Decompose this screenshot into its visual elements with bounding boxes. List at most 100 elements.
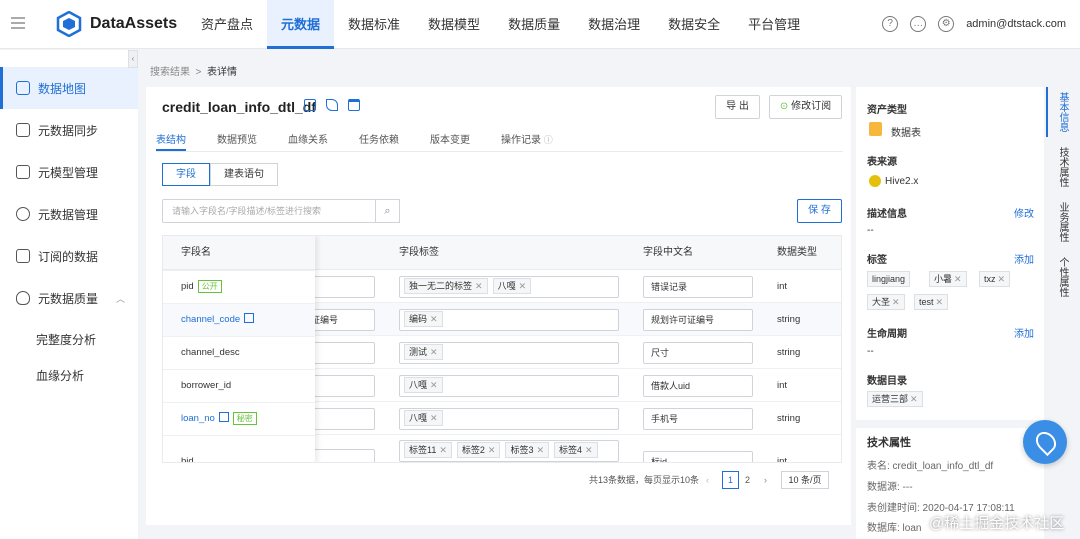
check-circle-icon: ⊙ bbox=[779, 101, 792, 112]
field-cn-input[interactable]: 尺寸 bbox=[643, 342, 753, 364]
tag-chip: 八嘎 ✕ bbox=[404, 377, 443, 393]
tags-add-link[interactable]: 添加 bbox=[1014, 251, 1034, 266]
field-tags-input[interactable]: 八嘎 ✕ bbox=[399, 375, 619, 397]
tab-structure[interactable]: 表结构 bbox=[156, 131, 186, 151]
vtab-technical[interactable]: 技术属性 bbox=[1046, 142, 1068, 192]
page-size-select[interactable]: 10 条/页 bbox=[781, 471, 829, 489]
field-name-link[interactable]: channel_code bbox=[181, 313, 255, 327]
save-button[interactable]: 保 存 bbox=[797, 199, 842, 223]
collapse-sidebar-icon[interactable]: ‹ bbox=[128, 50, 138, 68]
close-icon: ✕ bbox=[439, 445, 447, 455]
table-icon bbox=[244, 313, 255, 323]
field-tags-input[interactable]: 标签11 ✕ 标签2 ✕ 标签3 ✕ 标签4 ✕ bbox=[399, 440, 619, 462]
page-title: credit_loan_info_dtl_df bbox=[162, 99, 317, 115]
tag-chip[interactable]: txz ✕ bbox=[979, 271, 1011, 287]
nav-data-security[interactable]: 数据安全 bbox=[654, 0, 734, 49]
field-tags-input[interactable]: 八嘎 ✕ bbox=[399, 408, 619, 430]
desc-value: -- bbox=[867, 225, 874, 236]
view-switch: 字段 建表语句 bbox=[162, 163, 278, 186]
col-header-type: 数据类型 bbox=[777, 247, 817, 258]
sidebar-item-metadata-quality[interactable]: 元数据质量 ︿ bbox=[0, 277, 138, 319]
nav-data-standard[interactable]: 数据标准 bbox=[334, 0, 414, 49]
prev-page-icon[interactable]: ‹ bbox=[706, 471, 709, 489]
delete-icon[interactable] bbox=[348, 99, 360, 111]
location-fab-icon[interactable] bbox=[1023, 420, 1067, 464]
field-type: string bbox=[777, 314, 801, 325]
sidebar-sub-lineage[interactable]: 血缘分析 bbox=[36, 367, 84, 384]
field-tags-input[interactable]: 编码 ✕ bbox=[399, 309, 619, 331]
segment-ddl[interactable]: 建表语句 bbox=[210, 163, 278, 186]
segment-fields[interactable]: 字段 bbox=[162, 163, 210, 186]
close-icon: ✕ bbox=[892, 297, 900, 307]
tab-lineage[interactable]: 血缘关系 bbox=[288, 131, 328, 151]
source-label: 表来源 bbox=[867, 157, 897, 168]
close-icon: ✕ bbox=[487, 445, 496, 455]
tag-chip[interactable]: lingjiang bbox=[867, 271, 911, 287]
nav-data-quality[interactable]: 数据质量 bbox=[494, 0, 574, 49]
breadcrumb-parent[interactable]: 搜索结果 bbox=[150, 67, 190, 78]
field-name: channel_desc bbox=[181, 347, 240, 358]
page-1[interactable]: 1 bbox=[722, 471, 739, 489]
sidebar-sub-completeness[interactable]: 完整度分析 bbox=[36, 331, 96, 348]
nav-data-governance[interactable]: 数据治理 bbox=[574, 0, 654, 49]
desc-edit-link[interactable]: 修改 bbox=[1014, 205, 1034, 220]
breadcrumb-current: 表详情 bbox=[206, 67, 237, 78]
sidebar-item-metadata-sync[interactable]: 元数据同步 bbox=[0, 109, 138, 151]
fields-table: 字段标签 字段中文名 数据类型 独一无二的标签 ✕ 八嘎 ✕ 错误记录 int 证编号… bbox=[162, 235, 842, 463]
catalog-chip[interactable]: 运营三部 ✕ bbox=[867, 391, 923, 407]
field-name-link[interactable]: loan_no 秘密 bbox=[181, 412, 257, 426]
hive-icon bbox=[869, 175, 881, 187]
tab-preview[interactable]: 数据预览 bbox=[217, 131, 257, 151]
vertical-tabs: 基本信息 技术属性 业务属性 个性属性 bbox=[1046, 87, 1068, 307]
field-cn-input[interactable]: 手机号 bbox=[643, 408, 753, 430]
tab-operation-log[interactable]: 操作记录 ⓘ bbox=[501, 131, 553, 151]
sidebar-item-subscribed[interactable]: 订阅的数据 bbox=[0, 235, 138, 277]
gear-icon[interactable]: ⚙ bbox=[938, 16, 955, 32]
field-cn-input[interactable]: 规划许可证编号 bbox=[643, 309, 753, 331]
field-cn-input[interactable]: 借款人uid bbox=[643, 375, 753, 397]
tag-chip: 标签11 ✕ bbox=[404, 442, 452, 458]
field-tags-input[interactable]: 独一无二的标签 ✕ 八嘎 ✕ bbox=[399, 276, 619, 298]
table-detail-card: credit_loan_info_dtl_df 导 出 ⊙ 修改订阅 表结构 数… bbox=[146, 87, 851, 525]
field-cn-input[interactable]: 标id bbox=[643, 451, 753, 462]
page-2[interactable]: 2 bbox=[745, 471, 750, 489]
tag-chip: 编码 ✕ bbox=[404, 311, 443, 327]
vtab-business[interactable]: 业务属性 bbox=[1046, 197, 1068, 247]
nav-platform-admin[interactable]: 平台管理 bbox=[734, 0, 814, 49]
vtab-custom[interactable]: 个性属性 bbox=[1046, 252, 1068, 302]
menu-toggle-icon[interactable] bbox=[11, 14, 33, 34]
modify-subscription-button[interactable]: ⊙ 修改订阅 bbox=[769, 95, 842, 119]
sidebar-item-metadata-manage[interactable]: 元数据管理 bbox=[0, 193, 138, 235]
tab-version[interactable]: 版本变更 bbox=[430, 131, 470, 151]
field-name: borrower_id bbox=[181, 380, 232, 391]
nav-metadata[interactable]: 元数据 bbox=[267, 0, 335, 49]
tag-chip[interactable]: 大圣 ✕ bbox=[867, 294, 905, 310]
search-icon[interactable]: ⌕ bbox=[375, 199, 400, 223]
export-button[interactable]: 导 出 bbox=[715, 95, 760, 119]
nav-asset-inventory[interactable]: 资产盘点 bbox=[187, 0, 267, 49]
next-page-icon[interactable]: › bbox=[764, 471, 767, 489]
user-account[interactable]: admin@dtstack.com bbox=[966, 18, 1066, 30]
edit-icon[interactable] bbox=[326, 99, 338, 111]
field-tags-input[interactable]: 测试 ✕ bbox=[399, 342, 619, 364]
sidebar-item-metamodel[interactable]: 元模型管理 bbox=[0, 151, 138, 193]
tag-chip[interactable]: test ✕ bbox=[914, 294, 949, 310]
question-icon: ⓘ bbox=[543, 135, 553, 145]
copy-icon[interactable] bbox=[304, 99, 316, 111]
close-icon: ✕ bbox=[536, 445, 545, 455]
sidebar-item-data-map[interactable]: 数据地图 bbox=[0, 67, 138, 109]
field-cn-input[interactable]: 错误记录 bbox=[643, 276, 753, 298]
nav-data-model[interactable]: 数据模型 bbox=[414, 0, 494, 49]
catalog-label: 数据目录 bbox=[867, 376, 907, 387]
top-header: DataAssets 资产盘点 元数据 数据标准 数据模型 数据质量 数据治理 … bbox=[0, 0, 1080, 49]
vtab-basic[interactable]: 基本信息 bbox=[1046, 87, 1068, 137]
field-type: int bbox=[777, 456, 788, 463]
tab-task-dependency[interactable]: 任务依赖 bbox=[359, 131, 399, 151]
detail-tabs: 表结构 数据预览 血缘关系 任务依赖 版本变更 操作记录 ⓘ bbox=[156, 131, 584, 151]
message-icon[interactable]: … bbox=[910, 16, 927, 32]
field-search-input[interactable]: 请输入字段名/字段描述/标签进行搜索 bbox=[162, 199, 400, 223]
help-icon[interactable]: ? bbox=[882, 16, 899, 32]
tag-chip[interactable]: 小暑 ✕ bbox=[929, 271, 967, 287]
lifecycle-add-link[interactable]: 添加 bbox=[1014, 325, 1034, 340]
logo-icon bbox=[56, 11, 82, 37]
